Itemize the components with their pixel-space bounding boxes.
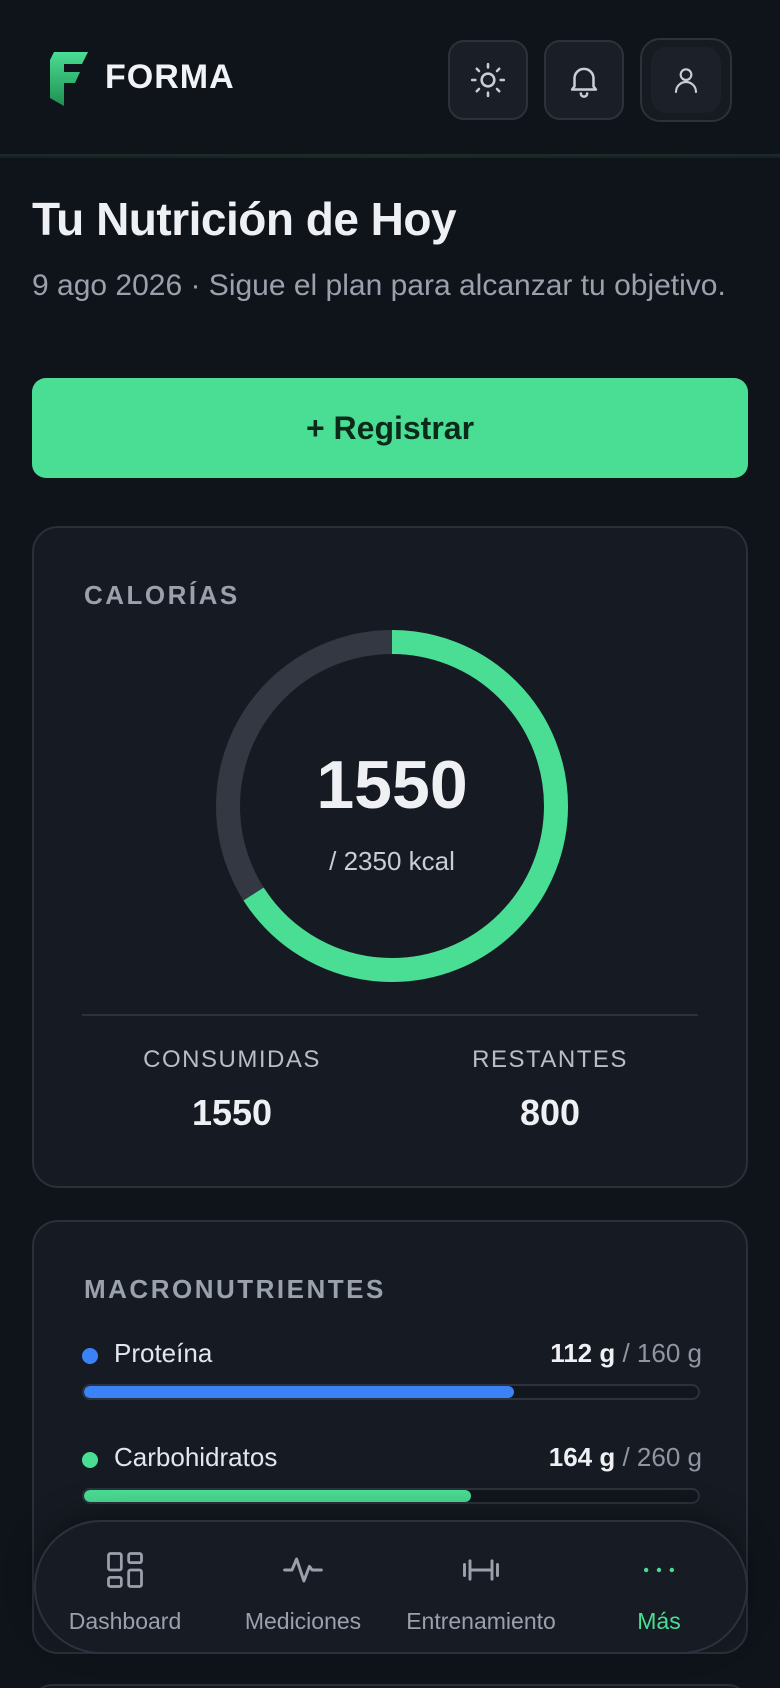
notifications-button[interactable]: [544, 40, 624, 120]
forma-logo-icon: [50, 52, 88, 106]
nav-label: Mediciones: [244, 1608, 362, 1634]
profile-button[interactable]: [640, 38, 732, 122]
carbs-progress-fill: [84, 1490, 471, 1502]
page-title: Tu Nutrición de Hoy: [32, 193, 457, 245]
more-icon: [643, 1567, 675, 1573]
protein-dot: [82, 1348, 98, 1364]
nav-item-mas[interactable]: Más: [570, 1522, 748, 1652]
consumed-value: 1550: [191, 1092, 273, 1133]
macro-amount: 164 g / 260 g: [548, 1442, 702, 1472]
nav-label: Más: [637, 1608, 681, 1634]
nav-item-entrenamiento[interactable]: Entrenamiento: [392, 1522, 570, 1652]
calories-consumed-value: 1550: [316, 747, 468, 823]
app-header: FORMA: [0, 0, 780, 158]
register-button[interactable]: + Registrar: [32, 378, 748, 478]
macro-row-carbs: Carbohidratos 164 g / 260 g: [82, 1436, 702, 1476]
nav-item-mediciones[interactable]: Mediciones: [214, 1522, 392, 1652]
macros-label: MACRONUTRIENTES: [84, 1274, 386, 1304]
remaining-value: 800: [519, 1092, 581, 1133]
carbs-progress-bar: [82, 1488, 700, 1504]
activity-icon: [283, 1557, 323, 1583]
next-card-peek: [32, 1684, 748, 1688]
calories-goal-text: / 2350 kcal: [329, 846, 455, 876]
calories-label: CALORÍAS: [84, 580, 240, 610]
remaining-label: RESTANTES: [472, 1046, 628, 1073]
page-subtitle: 9 ago 2026 · Sigue el plan para alcanzar…: [32, 269, 726, 302]
protein-progress-fill: [84, 1386, 514, 1398]
protein-progress-bar: [82, 1384, 700, 1400]
avatar: [651, 47, 721, 113]
user-icon: [674, 68, 698, 94]
theme-toggle-button[interactable]: [448, 40, 528, 120]
nav-item-dashboard[interactable]: Dashboard: [36, 1522, 214, 1652]
macro-name: Proteína: [114, 1338, 213, 1368]
bell-icon: [570, 67, 598, 98]
calories-card: CALORÍAS 1550 / 2350 kcal CONSUMIDAS 155…: [32, 526, 748, 1188]
carbs-dot: [82, 1452, 98, 1468]
macro-row-protein: Proteína 112 g / 160 g: [82, 1332, 702, 1372]
divider: [82, 1014, 698, 1016]
nav-label: Dashboard: [68, 1608, 182, 1634]
dashboard-icon: [107, 1552, 143, 1588]
dumbbell-icon: [463, 1559, 499, 1581]
macro-name: Carbohidratos: [114, 1442, 278, 1472]
bottom-nav: Dashboard Mediciones Entrenamiento Más: [34, 1520, 748, 1654]
sun-icon: [470, 62, 506, 98]
nav-label: Entrenamiento: [406, 1608, 556, 1634]
app-name: FORMA: [105, 58, 235, 96]
consumed-label: CONSUMIDAS: [143, 1046, 321, 1073]
macro-amount: 112 g / 160 g: [550, 1338, 702, 1368]
